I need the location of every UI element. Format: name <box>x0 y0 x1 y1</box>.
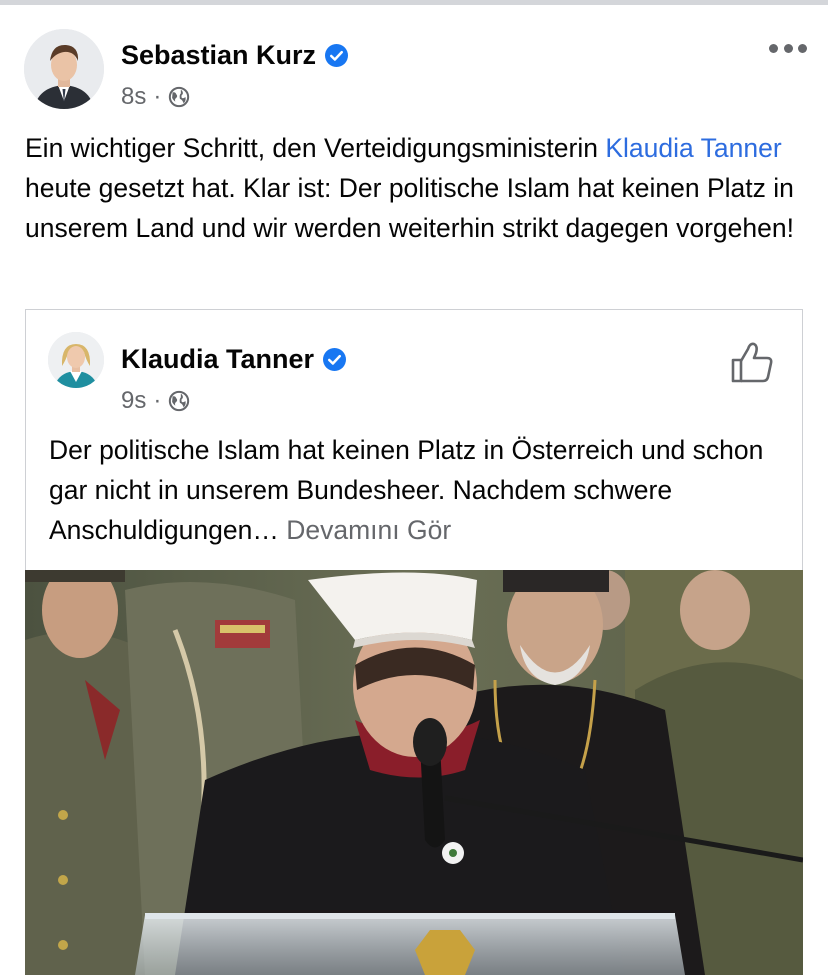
meta-separator: · <box>153 387 162 414</box>
more-dot <box>783 43 793 53</box>
shared-post-text: Der politische Islam hat keinen Platz in… <box>49 430 799 550</box>
shared-author-name[interactable]: Klaudia Tanner <box>121 344 347 375</box>
shared-author-avatar[interactable] <box>48 332 104 388</box>
shared-author-name-text[interactable]: Klaudia Tanner <box>121 344 314 375</box>
verified-badge-icon <box>323 348 347 371</box>
globe-icon <box>169 390 190 412</box>
more-dot <box>798 43 807 53</box>
post-meta: 8s · <box>121 83 190 111</box>
photo-illustration <box>25 570 803 975</box>
author-name[interactable]: Sebastian Kurz <box>121 40 349 71</box>
top-divider <box>0 0 828 5</box>
post-text-start: Ein wichtiger Schritt, den Verteidigungs… <box>25 133 606 163</box>
meta-separator: · <box>153 83 162 110</box>
mention-link[interactable]: Klaudia Tanner <box>605 133 781 163</box>
author-name-text[interactable]: Sebastian Kurz <box>121 40 316 71</box>
post-text: Ein wichtiger Schritt, den Verteidigungs… <box>25 128 815 248</box>
shared-post-meta: 9s · <box>121 387 190 415</box>
more-options-icon[interactable] <box>769 40 807 56</box>
shared-post-timestamp[interactable]: 9s <box>121 387 146 415</box>
verified-badge-icon <box>325 44 349 67</box>
author-avatar[interactable] <box>24 29 104 109</box>
thumbs-up-icon[interactable] <box>730 340 774 384</box>
globe-icon <box>169 86 190 108</box>
see-more-link[interactable]: Devamını Gör <box>286 515 451 545</box>
post-text-end: heute gesetzt hat. Klar ist: Der politis… <box>25 173 794 243</box>
post-photo[interactable] <box>25 570 803 975</box>
more-dot <box>769 43 778 53</box>
post-timestamp[interactable]: 8s <box>121 83 146 111</box>
